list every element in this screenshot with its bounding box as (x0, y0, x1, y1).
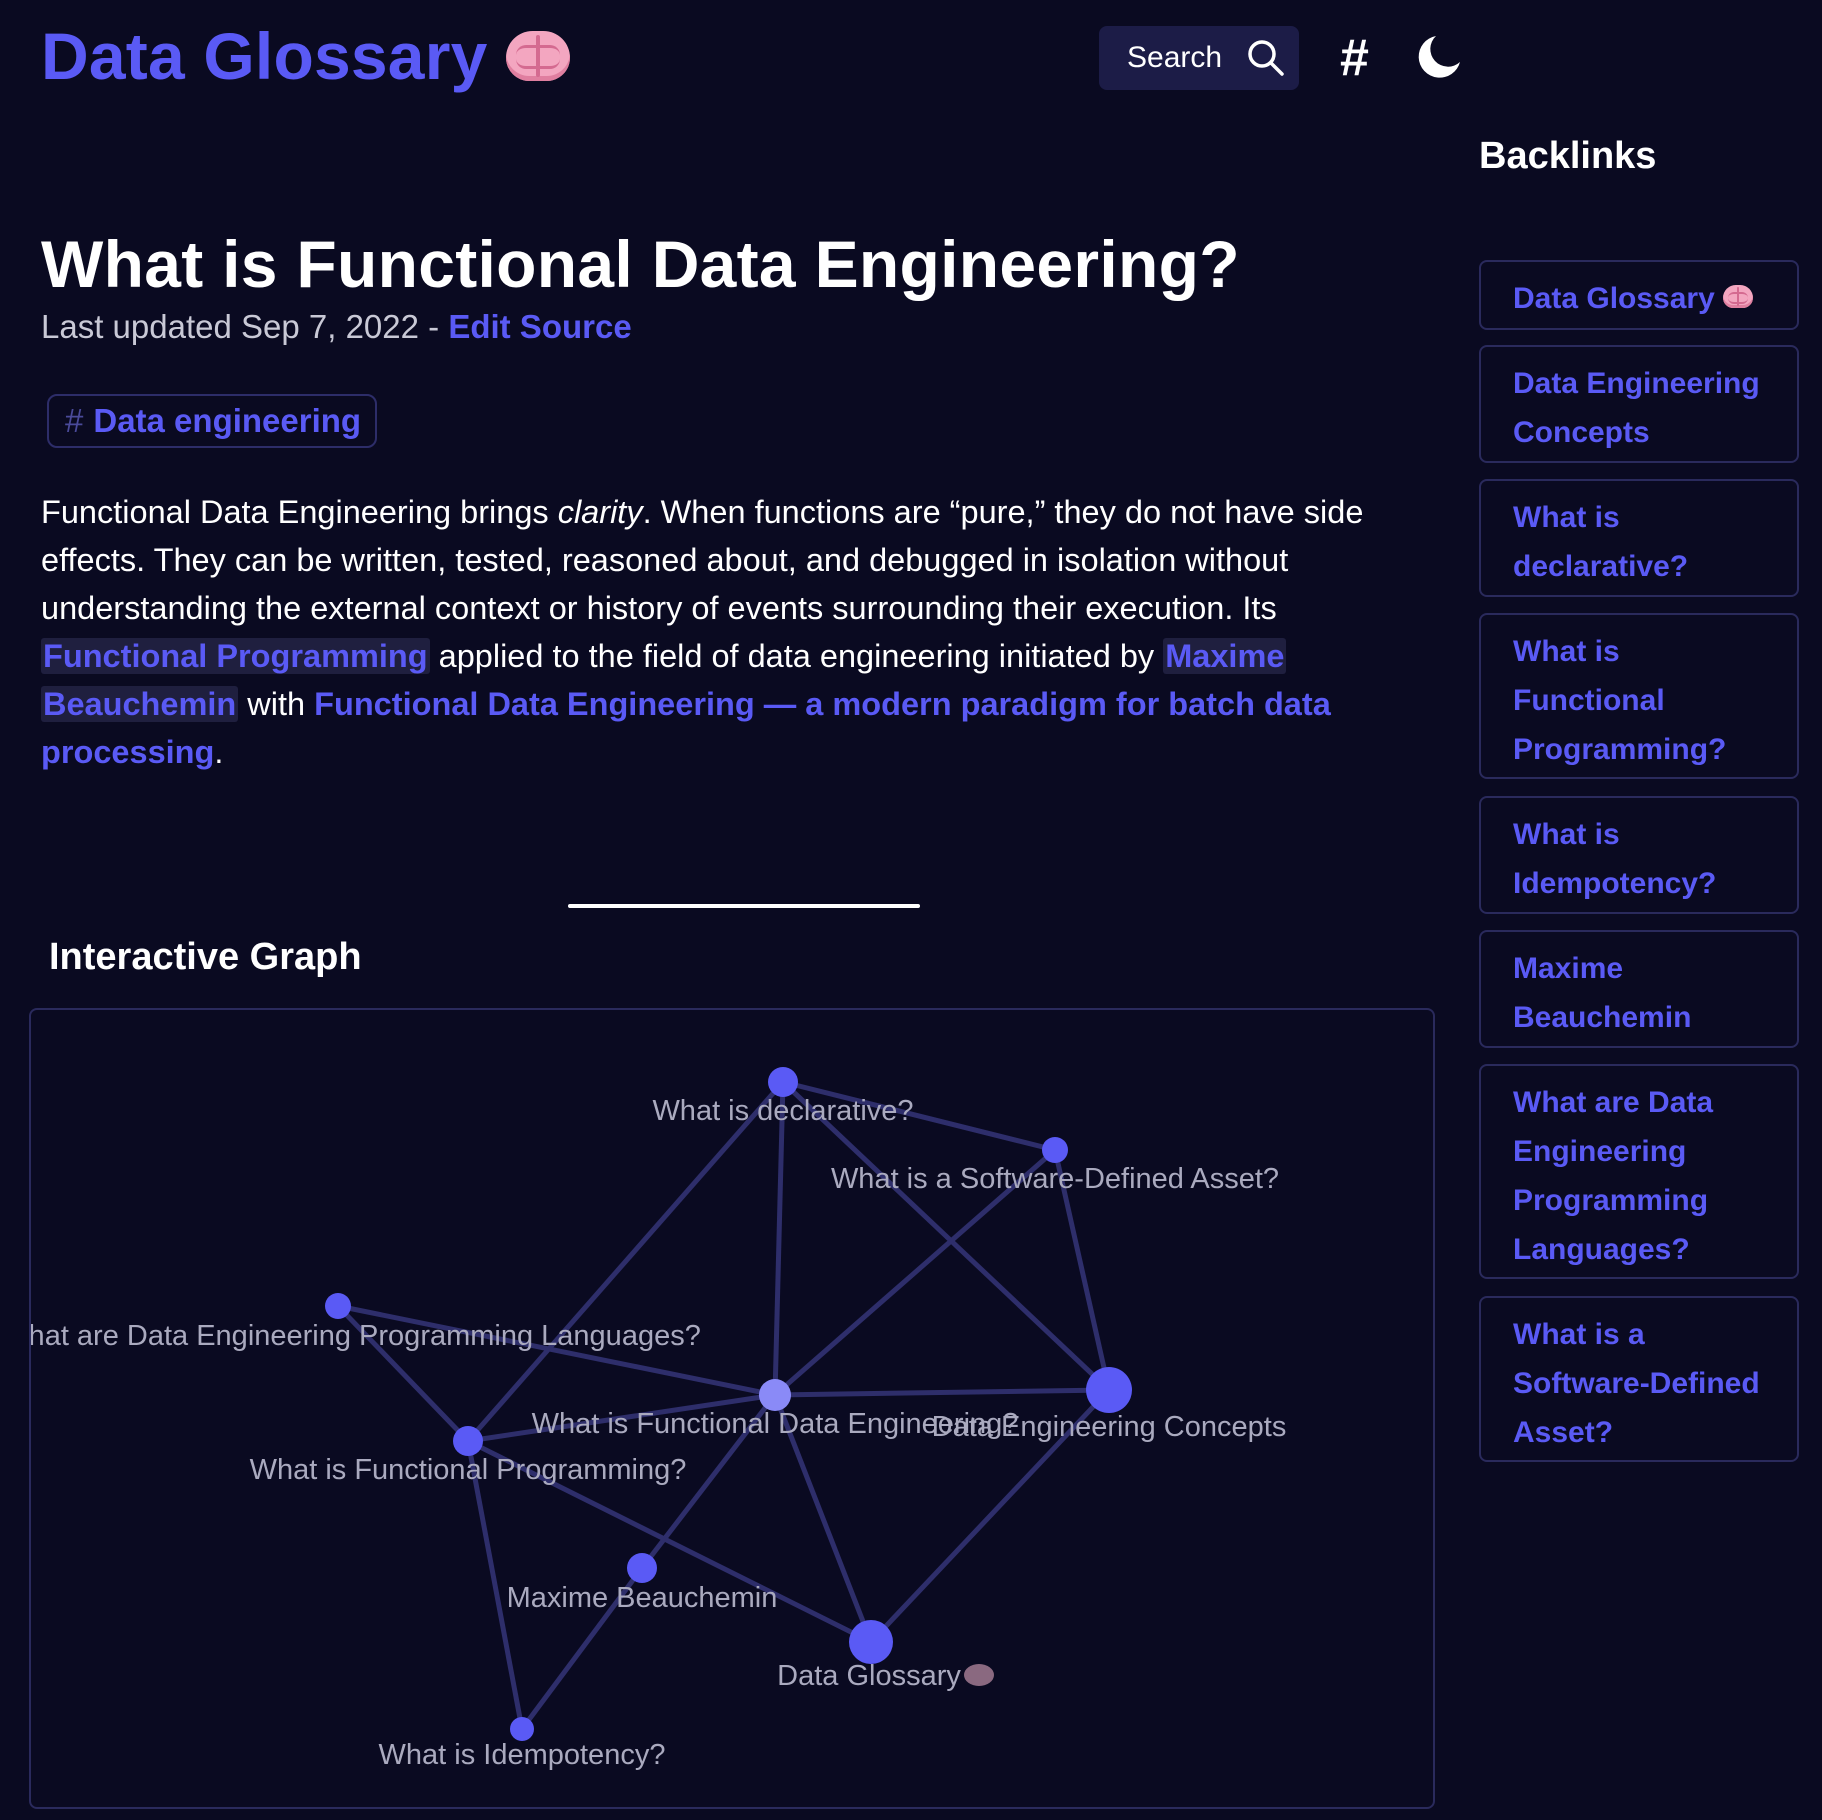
backlink-functional-programming[interactable]: What is Functional Programming? (1479, 613, 1799, 779)
interactive-graph[interactable]: What is declarative? What is a Software-D… (29, 1008, 1435, 1809)
article-body: Functional Data Engineering brings clari… (41, 488, 1441, 776)
tag-hash: # (65, 402, 84, 439)
graph-label-idempotency: What is Idempotency? (379, 1739, 666, 1771)
graph-label-glossary: Data Glossary (777, 1660, 961, 1692)
brain-icon (964, 1664, 994, 1686)
backlink-label: Data Glossary (1513, 282, 1715, 315)
body-text: with (238, 686, 315, 722)
search-icon (1248, 40, 1284, 76)
body-text: understanding the external context or hi… (41, 590, 1277, 626)
graph-label-sda: What is a Software-Defined Asset? (831, 1163, 1279, 1195)
graph-node-sda[interactable] (1042, 1137, 1068, 1163)
last-updated-meta: Last updated Sep 7, 2022 - Edit Source (41, 308, 632, 346)
graph-label-langs: What are Data Engineering Programming La… (31, 1320, 701, 1352)
graph-node-idempotency[interactable] (510, 1717, 534, 1741)
page: Data Glossary Search # What is Functiona… (0, 0, 1822, 1820)
tags-hashtag-button[interactable]: # (1340, 24, 1369, 92)
graph-canvas[interactable]: What is declarative? What is a Software-D… (31, 1010, 1435, 1809)
graph-label-declarative: What is declarative? (652, 1095, 913, 1127)
backlink-label: What is a Software-Defined Asset? (1513, 1318, 1760, 1449)
page-title: What is Functional Data Engineering? (41, 227, 1240, 301)
backlink-data-glossary[interactable]: Data Glossary (1479, 260, 1799, 330)
functional-programming-link[interactable]: Functional Programming (41, 638, 430, 674)
backlink-data-engineering-concepts[interactable]: Data Engineering Concepts (1479, 345, 1799, 463)
graph-label-fp: What is Functional Programming? (250, 1454, 687, 1486)
backlink-programming-languages[interactable]: What are Data Engineering Programming La… (1479, 1064, 1799, 1279)
graph-node-concepts[interactable] (1086, 1367, 1132, 1413)
site-title-link[interactable]: Data Glossary (41, 18, 570, 94)
section-divider (568, 904, 920, 908)
body-text: Functional Data Engineering brings (41, 494, 558, 530)
graph-heading: Interactive Graph (49, 936, 362, 978)
brain-icon (505, 31, 570, 81)
site-title-text: Data Glossary (41, 19, 488, 93)
graph-label-concepts: Data Engineering Concepts (932, 1411, 1287, 1443)
backlink-label: What is declarative? (1513, 501, 1689, 583)
graph-node-fde[interactable] (759, 1379, 791, 1411)
moon-icon[interactable] (1414, 32, 1464, 82)
backlink-label: What is Idempotency? (1513, 818, 1717, 900)
graph-node-declarative[interactable] (768, 1067, 798, 1097)
graph-label-maxime: Maxime Beauchemin (507, 1582, 778, 1614)
graph-node-glossary[interactable] (849, 1620, 893, 1664)
last-updated-text: Last updated Sep 7, 2022 - (41, 308, 449, 345)
brain-icon (1722, 285, 1753, 308)
maxime-beauchemin-link[interactable]: Maxime (1163, 638, 1287, 674)
backlink-label: What is Functional Programming? (1513, 635, 1727, 766)
edit-source-link[interactable]: Edit Source (448, 308, 631, 345)
backlink-idempotency[interactable]: What is Idempotency? (1479, 796, 1799, 914)
graph-edge-fde-concepts (774, 1387, 1110, 1398)
functional-data-engineering-article-link[interactable]: Functional Data Engineering — a modern p… (314, 686, 1331, 722)
backlinks-heading: Backlinks (1479, 135, 1657, 177)
backlink-label: What are Data Engineering Programming La… (1513, 1086, 1714, 1266)
body-text: . (214, 734, 224, 770)
backlink-label: Data Engineering Concepts (1513, 367, 1760, 449)
search-label: Search (1127, 41, 1223, 74)
body-text: effects. They can be written, tested, re… (41, 542, 1289, 578)
body-emphasis: clarity (557, 494, 643, 530)
search-button[interactable]: Search (1099, 26, 1299, 90)
tag-label: Data engineering (93, 402, 362, 439)
functional-data-engineering-article-link[interactable]: processing (41, 734, 214, 770)
maxime-beauchemin-link[interactable]: Beauchemin (41, 686, 239, 722)
body-text: . When functions are “pure,” they do not… (642, 494, 1364, 530)
graph-edge-declarative-fde (772, 1081, 786, 1396)
graph-node-fp[interactable] (453, 1426, 483, 1456)
body-text: applied to the field of data engineering… (429, 638, 1164, 674)
backlink-software-defined-asset[interactable]: What is a Software-Defined Asset? (1479, 1296, 1799, 1462)
graph-labels: What is declarative? What is a Software-D… (31, 1095, 1286, 1771)
tag-data-engineering[interactable]: # Data engineering (47, 394, 377, 448)
graph-node-maxime[interactable] (627, 1553, 657, 1583)
backlink-label: Maxime Beauchemin (1513, 952, 1692, 1034)
backlink-maxime-beauchemin[interactable]: Maxime Beauchemin (1479, 930, 1799, 1048)
graph-node-langs[interactable] (325, 1293, 351, 1319)
backlink-declarative[interactable]: What is declarative? (1479, 479, 1799, 597)
